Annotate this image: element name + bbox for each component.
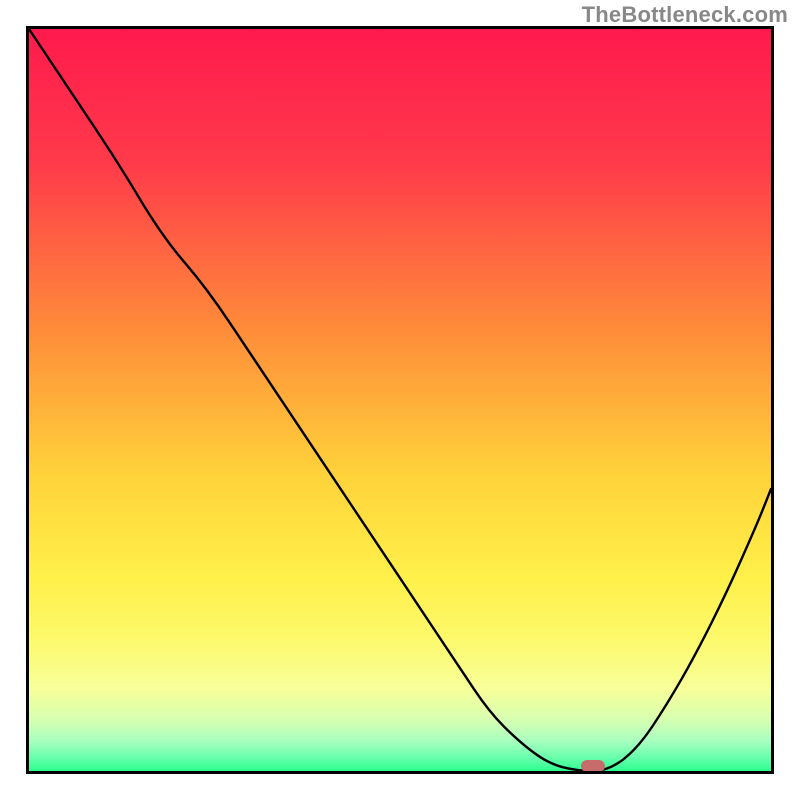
optimal-marker — [581, 760, 605, 772]
bottleneck-curve — [29, 29, 771, 771]
plot-area — [26, 26, 774, 774]
attribution-text: TheBottleneck.com — [582, 2, 788, 28]
